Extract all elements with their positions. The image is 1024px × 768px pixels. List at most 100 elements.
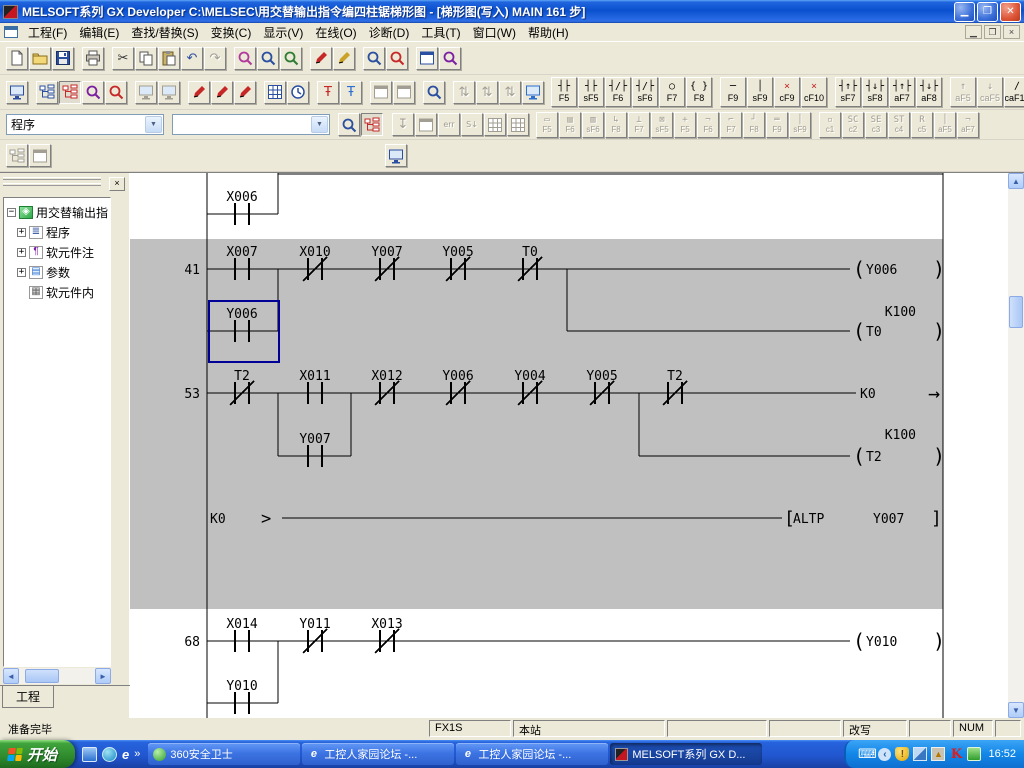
contact-label-X014[interactable]: X014 [226,617,257,632]
task-360[interactable]: 360安全卫士 [148,743,300,765]
write-mode-button[interactable] [188,81,210,104]
tree-root[interactable]: −◈用交替输出指 [4,202,110,222]
editor-vertical-scrollbar[interactable]: ▲ ▼ [1008,173,1024,718]
project-data-list-button[interactable] [36,81,58,104]
transfer-setup-button[interactable] [416,47,438,70]
contact-label-X013[interactable]: X013 [371,617,402,632]
horizontal-line-button[interactable]: ─F9 [720,77,746,107]
coil-label-Y010[interactable]: Y010 [866,635,897,650]
tree-item-device-comment[interactable]: +¶软元件注 [4,242,110,262]
quick-launch-overflow-icon[interactable]: » [134,748,140,760]
find-button[interactable] [234,47,256,70]
zoom-monitor-button[interactable] [423,81,445,104]
new-button[interactable] [6,47,28,70]
coil-paren[interactable]: ( [853,629,865,653]
entry-monitor-button[interactable] [287,81,309,104]
menu-view[interactable]: 显示(V) [257,23,309,42]
close-button[interactable]: ✕ [1000,2,1021,22]
ladder-editor[interactable]: X00641X007X010Y007Y005T0(Y006)K100(T0)Y0… [130,173,1008,718]
expand-icon[interactable]: + [17,248,26,257]
device-batch-button[interactable] [264,81,286,104]
menu-edit[interactable]: 编辑(E) [73,23,125,42]
open-branch-button[interactable]: ┤├sF5 [578,77,604,107]
contact-label-Y004[interactable]: Y004 [514,369,545,384]
tree-item-parameter[interactable]: +▤参数 [4,262,110,282]
menu-diagnostics[interactable]: 诊断(D) [363,23,416,42]
coil-label-T2[interactable]: T2 [866,450,882,465]
comment-format-button[interactable] [385,144,407,167]
input-method-icon[interactable] [967,747,981,761]
insert-row-button[interactable]: Ŧ [317,81,339,104]
menu-convert[interactable]: 变换(C) [205,23,258,42]
restore-button[interactable]: ❐ [977,2,998,22]
list-edit-button[interactable] [361,113,383,136]
cut-button[interactable]: ✂ [112,47,134,70]
show-desktop-icon[interactable] [82,747,97,762]
device-use-list-button[interactable] [386,47,408,70]
ladder-text[interactable]: K0 [210,512,226,527]
insert-col-button[interactable]: Ŧ [340,81,362,104]
update-alert-icon[interactable]: ▲ [931,747,945,761]
tree-horizontal-scrollbar[interactable]: ◄ ► [3,668,111,684]
statement-edit-button[interactable] [333,47,355,70]
mdi-close-button[interactable]: × [1003,25,1020,39]
ladder-text[interactable]: ALTP [793,512,824,527]
continuation-source-arrow[interactable]: > [261,509,271,529]
ladder-edit-button[interactable] [59,81,81,104]
contact-label-Y005[interactable]: Y005 [586,369,617,384]
contact-label-Y007[interactable]: Y007 [371,245,402,260]
contact-label-X007[interactable]: X007 [226,245,257,260]
coil-label-T0[interactable]: T0 [866,325,882,340]
menu-tools[interactable]: 工具(T) [415,23,466,42]
scroll-thumb[interactable] [25,669,59,683]
start-button[interactable]: 开始 [0,740,75,768]
tree-item-device-memory[interactable]: ▦软元件内 [4,282,110,302]
coil-paren[interactable]: ( [853,319,865,343]
coil-paren[interactable]: ( [853,444,865,468]
pulse-rise-button[interactable]: ┤↑├sF7 [835,77,861,107]
ladder-monitor-button[interactable] [6,81,28,104]
contact-label-T0[interactable]: T0 [522,245,538,260]
ladder-text[interactable]: ] [931,508,942,529]
panel-grip[interactable] [3,177,101,180]
ladder-text[interactable]: K100 [885,428,916,443]
close-contact-button[interactable]: ┤/├F6 [605,77,631,107]
pulse-fall-button[interactable]: ┤↓├sF8 [862,77,888,107]
pulse-fall-branch-button[interactable]: ┤↓├aF8 [916,77,942,107]
media-player-icon[interactable] [102,747,117,762]
scroll-down-icon[interactable]: ▼ [1008,702,1024,718]
contact-label-Y005[interactable]: Y005 [442,245,473,260]
menu-window[interactable]: 窗口(W) [467,23,522,42]
insert-line-button[interactable] [211,81,233,104]
contact-label-Y006[interactable]: Y006 [226,307,257,322]
menu-online[interactable]: 在线(O) [309,23,362,42]
ladder-text[interactable]: 68 [184,635,200,650]
print-button[interactable] [82,47,104,70]
comment-edit-button[interactable] [310,47,332,70]
ladder-canvas[interactable]: X00641X007X010Y007Y005T0(Y006)K100(T0)Y0… [130,173,1008,718]
task-forum-2[interactable]: e工控人家园论坛 -... [456,743,608,765]
contact-label-T2[interactable]: T2 [667,369,683,384]
vertical-line-button[interactable]: │sF9 [747,77,773,107]
hide-icons-chevron-icon[interactable]: ‹ [878,748,891,761]
contact-label-X006[interactable]: X006 [226,190,257,205]
pulse-rise-branch-button[interactable]: ┤↑├aF7 [889,77,915,107]
ladder-text[interactable]: 41 [184,263,200,278]
coil-paren[interactable]: ( [853,257,865,281]
paste-button[interactable] [158,47,180,70]
open-contact-button[interactable]: ┤├F5 [551,77,577,107]
invert-result-button[interactable]: ∕caF10 [1004,77,1024,107]
undo-button[interactable]: ↶ [181,47,203,70]
menu-find-replace[interactable]: 查找/替换(S) [125,23,204,42]
contact-label-Y011[interactable]: Y011 [299,617,330,632]
expand-icon[interactable]: + [17,268,26,277]
open-button[interactable] [29,47,51,70]
collapse-icon[interactable]: − [7,208,16,217]
internet-explorer-icon[interactable]: e [122,747,129,762]
contact-label-X010[interactable]: X010 [299,245,330,260]
menu-help[interactable]: 帮助(H) [522,23,575,42]
minimize-button[interactable]: ▁ [954,2,975,22]
coil-paren[interactable]: ) [933,257,945,281]
find-contact-button[interactable] [82,81,104,104]
ladder-text[interactable]: K0 [860,387,876,402]
